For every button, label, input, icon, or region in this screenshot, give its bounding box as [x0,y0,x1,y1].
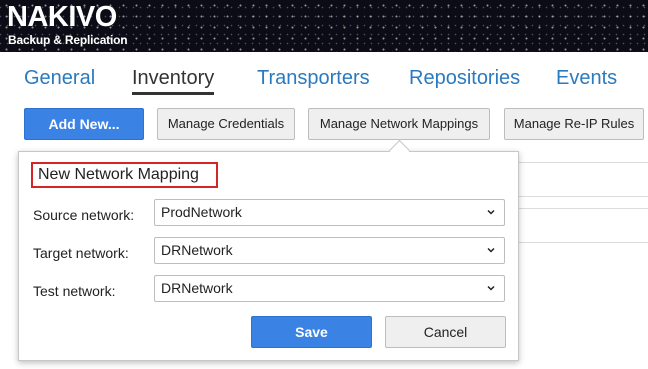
test-network-select[interactable]: DRNetwork [154,275,505,302]
source-network-value: ProdNetwork [161,204,242,220]
background-divider [519,196,648,197]
app-header: NAKIVO Backup & Replication [0,0,648,52]
cancel-button[interactable]: Cancel [385,316,506,348]
chevron-down-icon [487,247,495,253]
background-divider [519,208,648,209]
logo-subtitle: Backup & Replication [8,33,128,47]
tab-inventory[interactable]: Inventory [132,64,215,95]
tab-events[interactable]: Events [556,64,617,92]
target-network-select[interactable]: DRNetwork [154,237,505,264]
new-network-mapping-popover: New Network Mapping Source network: Prod… [18,151,519,361]
source-network-select[interactable]: ProdNetwork [154,199,505,226]
chevron-down-icon [487,209,495,215]
test-network-value: DRNetwork [161,280,233,296]
save-button[interactable]: Save [251,316,372,348]
background-divider [519,242,648,243]
manage-reip-rules-button[interactable]: Manage Re-IP Rules [504,108,644,140]
background-divider [519,162,648,163]
tab-repositories[interactable]: Repositories [409,64,520,92]
popover-title: New Network Mapping [31,162,218,188]
test-network-label: Test network: [33,283,116,299]
target-network-value: DRNetwork [161,242,233,258]
settings-tabs: General Inventory Transporters Repositor… [0,64,648,96]
chevron-down-icon [487,285,495,291]
source-network-label: Source network: [33,207,135,223]
manage-network-mappings-button[interactable]: Manage Network Mappings [308,108,490,140]
tab-general[interactable]: General [24,64,95,92]
manage-credentials-button[interactable]: Manage Credentials [157,108,295,140]
tab-transporters[interactable]: Transporters [257,64,370,92]
logo: NAKIVO [7,1,117,33]
add-new-button[interactable]: Add New... [24,108,144,140]
target-network-label: Target network: [33,245,129,261]
